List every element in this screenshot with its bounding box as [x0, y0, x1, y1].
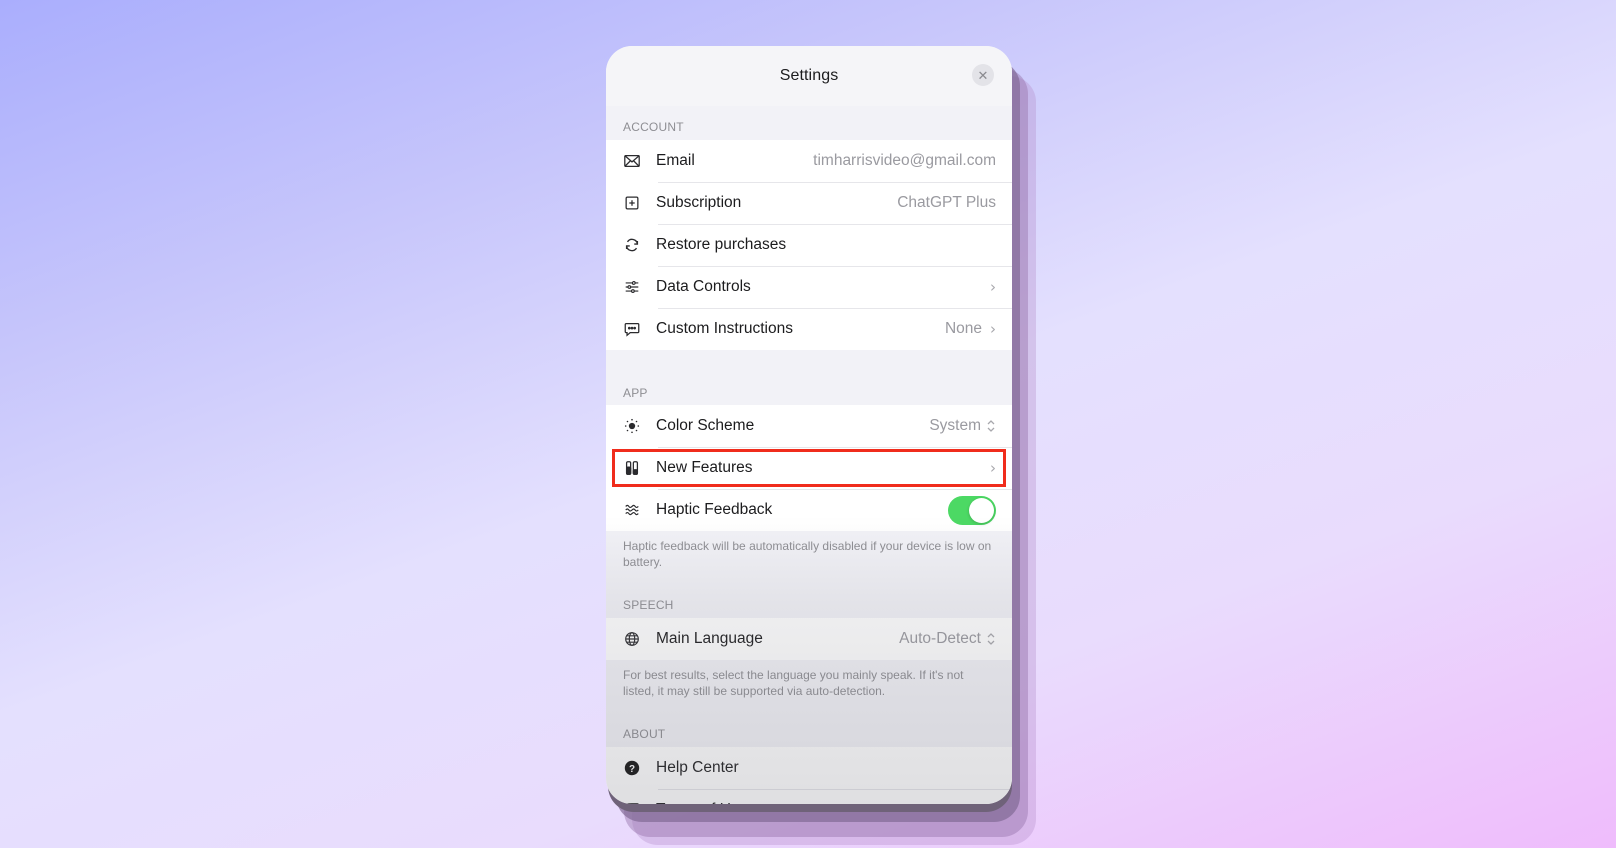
row-label: Haptic Feedback [656, 501, 773, 518]
row-label: Data Controls [656, 278, 751, 295]
speech-bubble-icon [622, 319, 642, 339]
row-label: Help Center [656, 759, 739, 776]
test-tubes-icon [622, 458, 642, 478]
section-label-speech: SPEECH [623, 598, 674, 612]
section-label-account: ACCOUNT [623, 120, 684, 134]
row-haptic-feedback: Haptic Feedback [606, 489, 1012, 531]
row-label: Custom Instructions [656, 320, 793, 337]
envelope-icon [622, 151, 642, 171]
plus-square-icon [622, 193, 642, 213]
row-restore-purchases[interactable]: Restore purchases [606, 224, 1012, 266]
up-down-chevron-icon [987, 420, 995, 432]
svg-text:?: ? [629, 764, 635, 775]
color-scheme-value: System [929, 417, 981, 434]
refresh-icon [622, 235, 642, 255]
language-footnote: For best results, select the language yo… [623, 668, 964, 698]
row-custom-instructions[interactable]: Custom Instructions None › [606, 308, 1012, 350]
haptic-footnote: Haptic feedback will be automatically di… [623, 539, 992, 569]
sun-icon [622, 416, 642, 436]
row-label: Color Scheme [656, 417, 755, 434]
section-label-app: APP [623, 386, 648, 400]
row-help-center[interactable]: ? Help Center [606, 747, 1012, 789]
settings-header: Settings ✕ [606, 46, 1012, 106]
speech-group: Main Language Auto-Detect [606, 618, 1012, 660]
sliders-icon [622, 277, 642, 297]
row-label: Restore purchases [656, 236, 787, 253]
row-new-features[interactable]: New Features › [606, 447, 1012, 489]
section-label-about: ABOUT [623, 727, 666, 741]
row-data-controls[interactable]: Data Controls › [606, 266, 1012, 308]
account-group: Email timharrisvideo@gmail.com Subscript… [606, 140, 1012, 350]
haptic-feedback-toggle[interactable] [948, 495, 996, 525]
page-title: Settings [779, 67, 839, 84]
row-color-scheme[interactable]: Color Scheme System [606, 405, 1012, 447]
email-value: timharrisvideo@gmail.com [813, 152, 996, 169]
row-email[interactable]: Email timharrisvideo@gmail.com [606, 140, 1012, 182]
row-main-language[interactable]: Main Language Auto-Detect [606, 618, 1012, 660]
up-down-chevron-icon [987, 633, 995, 645]
custom-instructions-value: None [944, 320, 982, 337]
app-group: Color Scheme System New Features › Hapti… [606, 405, 1012, 531]
row-label: New Features [656, 459, 753, 476]
question-circle-icon: ? [622, 758, 642, 778]
main-language-value: Auto-Detect [899, 630, 981, 647]
row-label: Subscription [656, 194, 742, 211]
close-button[interactable]: ✕ [972, 64, 994, 86]
row-label: Main Language [656, 630, 763, 647]
row-subscription[interactable]: Subscription ChatGPT Plus [606, 182, 1012, 224]
document-icon [622, 800, 642, 804]
about-group: ? Help Center Terms of Use [606, 747, 1012, 804]
chevron-right-icon: › [990, 278, 996, 296]
close-icon: ✕ [977, 67, 989, 83]
waves-icon [622, 500, 642, 520]
chevron-right-icon: › [990, 320, 996, 338]
globe-icon [622, 629, 642, 649]
settings-panel: Settings ✕ ACCOUNT Email timharrisvideo@… [606, 46, 1012, 804]
subscription-value: ChatGPT Plus [897, 194, 996, 211]
row-label: Email [656, 152, 695, 169]
chevron-right-icon: › [990, 459, 996, 477]
row-terms-of-use[interactable]: Terms of Use [606, 789, 1012, 804]
row-label: Terms of Use [656, 801, 996, 804]
toggle-knob [969, 497, 994, 523]
